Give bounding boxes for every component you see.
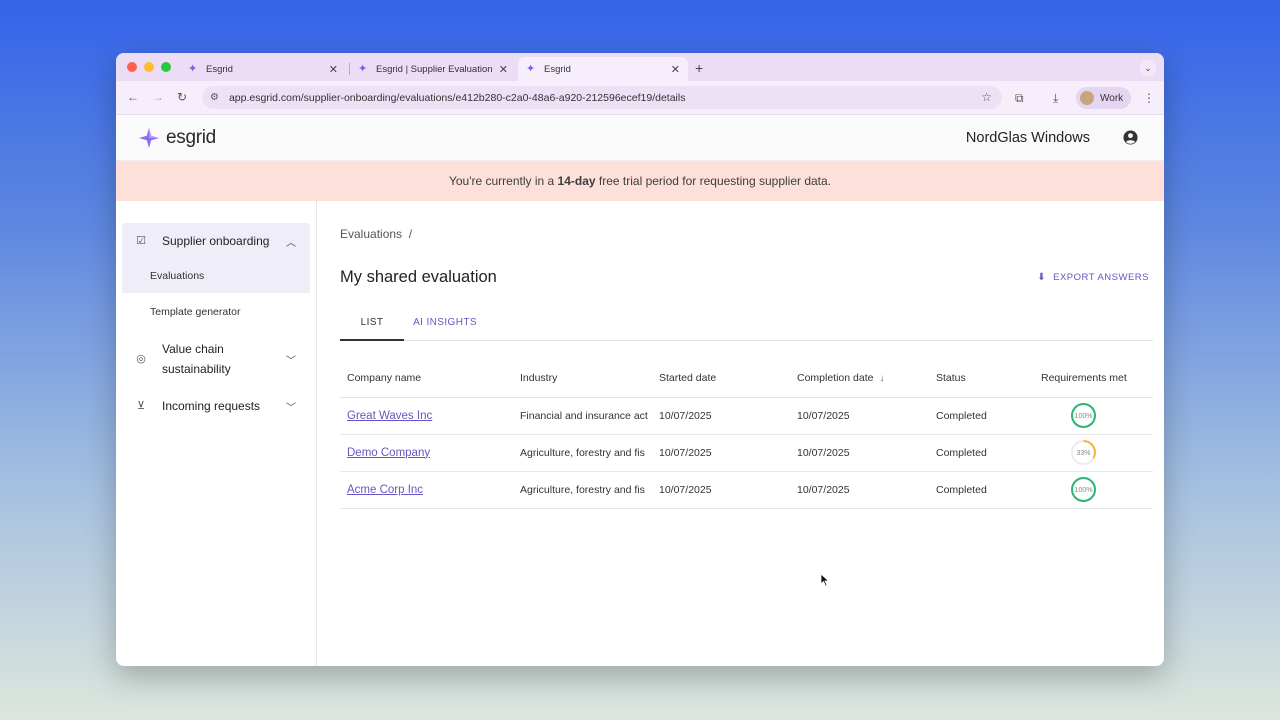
started-date-cell: 10/07/2025 (652, 471, 790, 509)
profile-button[interactable]: Work (1076, 87, 1132, 109)
download-icon[interactable]: ⤓ (1053, 91, 1058, 106)
minimize-window-button[interactable] (144, 62, 154, 72)
browser-tab-1[interactable]: ✦ Esgrid ✕ (180, 57, 346, 81)
completion-date-cell: 10/07/2025 (790, 397, 929, 435)
chevron-down-icon: ﹀ (286, 355, 296, 367)
company-link[interactable]: Demo Company (347, 447, 430, 459)
company-cell: Great Waves Inc (340, 397, 513, 435)
progress-ring-label: 100% (1075, 487, 1093, 494)
company-cell: Acme Corp Inc (340, 471, 513, 509)
status-cell: Completed (929, 434, 1034, 472)
sidebar: ☑ Supplier onboarding ︿ Evaluations Temp… (116, 201, 317, 666)
column-header-status[interactable]: Status (929, 359, 1034, 398)
chevron-down-icon: ﹀ (286, 402, 296, 414)
column-header-industry[interactable]: Industry (513, 359, 652, 398)
sort-descending-icon[interactable]: ↓ (879, 373, 884, 384)
mouse-cursor-icon (820, 573, 830, 587)
address-bar[interactable]: ⚙ app.esgrid.com/supplier-onboarding/eva… (202, 86, 1002, 109)
close-window-button[interactable] (127, 62, 137, 72)
avatar (1080, 91, 1094, 105)
browser-tab-2[interactable]: ✦ Esgrid | Supplier Evaluation To ✕ (350, 57, 516, 81)
esgrid-favicon-icon: ✦ (526, 63, 536, 75)
url-text: app.esgrid.com/supplier-onboarding/evalu… (228, 91, 686, 104)
progress-ring-label: 33% (1076, 450, 1090, 457)
inbox-download-icon: ⊻ (136, 400, 146, 412)
requirements-cell: 33% (1034, 434, 1153, 472)
progress-ring-label: 100% (1075, 413, 1093, 420)
sidebar-subitem-template-generator[interactable]: Template generator (122, 295, 310, 329)
chevron-up-icon: ︿ (286, 237, 296, 249)
page-title: My shared evaluation (340, 268, 497, 286)
table-header-row: Company name Industry Started date Compl… (340, 359, 1153, 398)
globe-icon: ◎ (136, 353, 146, 365)
close-tab-icon[interactable]: ✕ (671, 63, 680, 76)
extensions-puzzle-icon[interactable]: ⧉ (1015, 91, 1024, 106)
back-arrow-icon[interactable]: ← (127, 90, 139, 104)
reload-icon[interactable]: ↻ (177, 90, 187, 104)
requirements-progress-ring: 100% (1071, 403, 1096, 428)
industry-cell: Agriculture, forestry and fis (513, 471, 652, 509)
completion-date-cell: 10/07/2025 (790, 434, 929, 472)
download-icon: ⬇ (1037, 272, 1047, 283)
browser-window: ✦ Esgrid ✕ ✦ Esgrid | Supplier Evaluatio… (116, 53, 1164, 666)
company-link[interactable]: Acme Corp Inc (347, 484, 423, 496)
browser-toolbar: ← → ↻ ⚙ app.esgrid.com/supplier-onboardi… (116, 81, 1164, 115)
account-circle-icon[interactable] (1123, 130, 1138, 145)
forward-arrow-icon[interactable]: → (152, 90, 164, 104)
tab-list[interactable]: LIST (340, 309, 404, 341)
close-tab-icon[interactable]: ✕ (499, 63, 508, 76)
status-cell: Completed (929, 471, 1034, 509)
app-body: ☑ Supplier onboarding ︿ Evaluations Temp… (116, 201, 1164, 666)
esgrid-logo[interactable]: esgrid (138, 127, 216, 149)
esgrid-logo-icon (139, 128, 159, 148)
table-row[interactable]: Acme Corp Inc Agriculture, forestry and f… (340, 471, 1153, 509)
column-header-started[interactable]: Started date (652, 359, 790, 398)
evaluations-table: Company name Industry Started date Compl… (340, 359, 1153, 509)
organization-name[interactable]: NordGlas Windows (966, 130, 1090, 146)
requirements-cell: 100% (1034, 397, 1153, 435)
view-tabs: LIST AI INSIGHTS (340, 309, 1153, 341)
tab-search-chevron-icon[interactable]: ⌄ (1140, 60, 1156, 76)
maximize-window-button[interactable] (161, 62, 171, 72)
started-date-cell: 10/07/2025 (652, 397, 790, 435)
company-link[interactable]: Great Waves Inc (347, 410, 432, 422)
window-controls (127, 62, 171, 72)
column-header-company[interactable]: Company name (340, 359, 513, 398)
sidebar-subitem-evaluations[interactable]: Evaluations (122, 259, 310, 293)
sidebar-item-value-chain[interactable]: ◎ Value chain sustainability ﹀ (122, 337, 310, 381)
table-row[interactable]: Great Waves Inc Financial and insurance a… (340, 397, 1153, 435)
export-answers-button[interactable]: ⬇ EXPORT ANSWERS (1037, 272, 1149, 283)
column-header-completion[interactable]: Completion date ↓ (790, 359, 929, 398)
main-content: Evaluations / My shared evaluation ⬇ EXP… (318, 201, 1164, 666)
tab-strip: ✦ Esgrid ✕ ✦ Esgrid | Supplier Evaluatio… (116, 53, 1164, 81)
breadcrumb[interactable]: Evaluations / (340, 227, 412, 241)
started-date-cell: 10/07/2025 (652, 434, 790, 472)
app-header: esgrid NordGlas Windows (116, 115, 1164, 161)
new-tab-icon[interactable]: + (695, 60, 703, 76)
tab-ai-insights[interactable]: AI INSIGHTS (412, 309, 478, 341)
trial-banner: You're currently in a 14-day free trial … (116, 161, 1164, 201)
checklist-icon: ☑ (136, 235, 146, 247)
industry-cell: Agriculture, forestry and fis (513, 434, 652, 472)
esgrid-favicon-icon: ✦ (358, 63, 368, 75)
requirements-progress-ring: 100% (1071, 477, 1096, 502)
site-settings-icon[interactable]: ⚙ (210, 92, 219, 103)
browser-menu-icon[interactable]: ⋮ (1143, 91, 1155, 105)
bookmark-star-icon[interactable]: ☆ (981, 90, 992, 104)
requirements-progress-ring: 33% (1071, 440, 1096, 465)
close-tab-icon[interactable]: ✕ (329, 63, 338, 76)
esgrid-favicon-icon: ✦ (188, 63, 198, 75)
column-header-requirements[interactable]: Requirements met (1034, 359, 1153, 398)
browser-tab-3[interactable]: ✦ Esgrid ✕ (518, 57, 688, 81)
status-cell: Completed (929, 397, 1034, 435)
sidebar-item-incoming-requests[interactable]: ⊻ Incoming requests ﹀ (122, 393, 310, 419)
company-cell: Demo Company (340, 434, 513, 472)
completion-date-cell: 10/07/2025 (790, 471, 929, 509)
table-row[interactable]: Demo Company Agriculture, forestry and fi… (340, 434, 1153, 472)
industry-cell: Financial and insurance act (513, 397, 652, 435)
requirements-cell: 100% (1034, 471, 1153, 509)
sidebar-item-supplier-onboarding[interactable]: ☑ Supplier onboarding ︿ (122, 223, 310, 259)
